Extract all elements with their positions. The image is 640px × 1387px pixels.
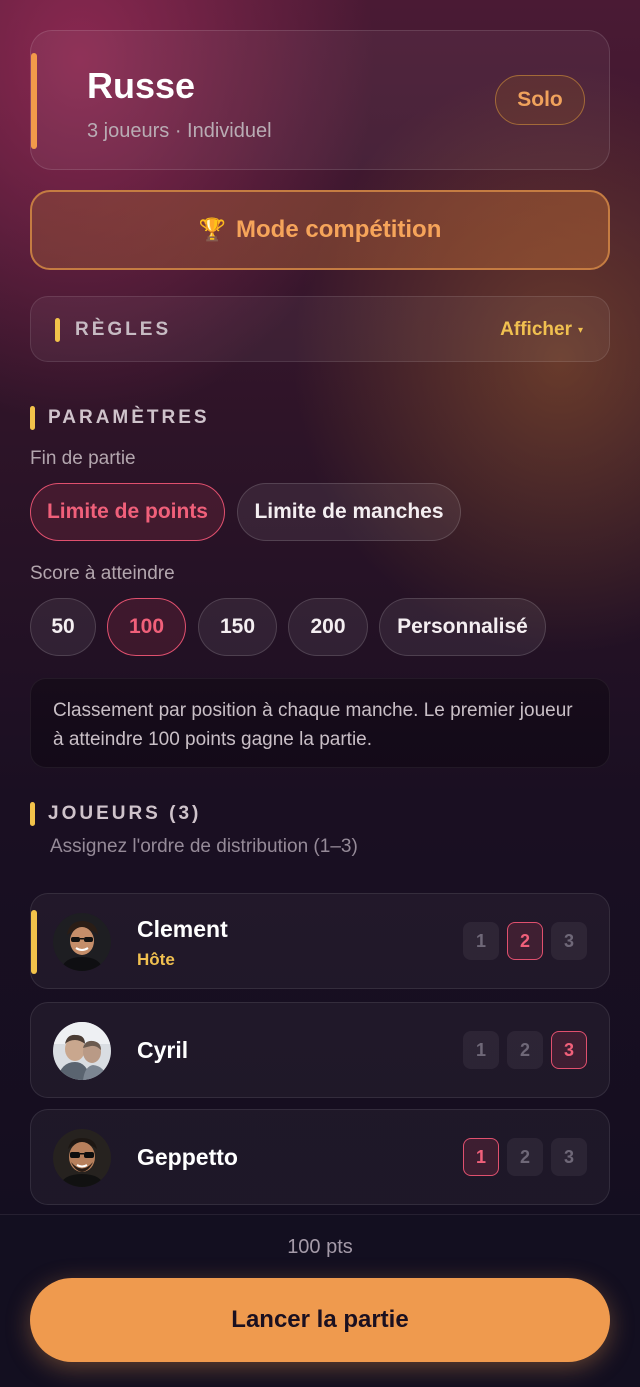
avatar	[53, 1129, 111, 1187]
game-header-card: Russe 3 joueurs · Individuel Solo	[30, 30, 610, 170]
score-option-150[interactable]: 150	[198, 598, 277, 656]
player-name: Clement	[137, 916, 228, 942]
score-option-200[interactable]: 200	[288, 598, 368, 656]
show-rules-label: Afficher	[500, 319, 572, 340]
score-option-100[interactable]: 100	[107, 598, 186, 656]
score-option-50[interactable]: 50	[30, 598, 96, 656]
order-option-1[interactable]: 1	[463, 1031, 499, 1069]
player-name: Cyril	[137, 1037, 189, 1063]
points-summary: 100 pts	[287, 1236, 353, 1258]
score-option-150-label: 150	[219, 615, 256, 638]
host-tag: Hôte	[137, 950, 175, 969]
players-heading: JOUEURS (3)	[48, 803, 202, 824]
competition-mode-label: Mode compétition	[236, 216, 442, 243]
player-card-geppetto[interactable]: Geppetto 1 2 3	[30, 1109, 610, 1205]
player-name: Geppetto	[137, 1144, 238, 1170]
order-option-1[interactable]: 1	[463, 1138, 499, 1176]
end-option-points-limit-label: Limite de points	[46, 500, 208, 523]
solo-badge: Solo	[495, 75, 585, 125]
avatar	[53, 1022, 111, 1080]
deal-order-selector: 1 2 3	[463, 1031, 587, 1069]
show-rules-toggle[interactable]: Afficher ▾	[500, 319, 583, 341]
score-option-custom[interactable]: Personnalisé	[379, 598, 546, 656]
players-hint: Assignez l'ordre de distribution (1–3)	[50, 836, 358, 857]
launch-game-button[interactable]: Lancer la partie	[30, 1278, 610, 1362]
order-option-3[interactable]: 3	[551, 1138, 587, 1176]
game-title: Russe	[87, 65, 196, 106]
end-option-rounds-limit-label: Limite de manches	[254, 500, 444, 523]
players-accent-bar	[30, 802, 35, 826]
game-subtitle: 3 joueurs · Individuel	[87, 120, 272, 142]
end-of-game-label: Fin de partie	[30, 448, 136, 469]
score-option-100-label: 100	[128, 615, 165, 638]
rules-accent-bar	[55, 318, 60, 342]
end-option-points-limit[interactable]: Limite de points	[30, 483, 225, 541]
rules-label: RÈGLES	[75, 319, 172, 340]
order-option-2[interactable]: 2	[507, 1138, 543, 1176]
player-card-cyril[interactable]: Cyril 1 2 3	[30, 1002, 610, 1098]
chevron-down-icon: ▾	[577, 324, 583, 336]
end-option-rounds-limit[interactable]: Limite de manches	[237, 483, 461, 541]
competition-mode-button[interactable]: 🏆 Mode compétition	[30, 190, 610, 270]
deal-order-selector: 1 2 3	[463, 1138, 587, 1176]
rules-info-box: Classement par position à chaque manche.…	[30, 678, 610, 768]
host-accent-bar	[31, 910, 37, 974]
score-option-50-label: 50	[51, 615, 75, 638]
footer-divider	[0, 1214, 640, 1215]
header-accent-bar	[31, 53, 37, 149]
order-option-3[interactable]: 3	[551, 1031, 587, 1069]
parameters-heading: PARAMÈTRES	[48, 407, 210, 428]
avatar	[53, 913, 111, 971]
target-score-label: Score à atteindre	[30, 563, 175, 584]
order-option-2[interactable]: 2	[507, 922, 543, 960]
deal-order-selector: 1 2 3	[463, 922, 587, 960]
rules-section-header[interactable]: RÈGLES Afficher ▾	[30, 296, 610, 362]
player-card-clement[interactable]: Clement Hôte 1 2 3	[30, 893, 610, 989]
order-option-1[interactable]: 1	[463, 922, 499, 960]
order-option-2[interactable]: 2	[507, 1031, 543, 1069]
order-option-3[interactable]: 3	[551, 922, 587, 960]
trophy-icon: 🏆	[198, 217, 227, 242]
score-option-200-label: 200	[310, 615, 346, 638]
parameters-accent-bar	[30, 406, 35, 430]
score-option-custom-label: Personnalisé	[397, 615, 528, 638]
